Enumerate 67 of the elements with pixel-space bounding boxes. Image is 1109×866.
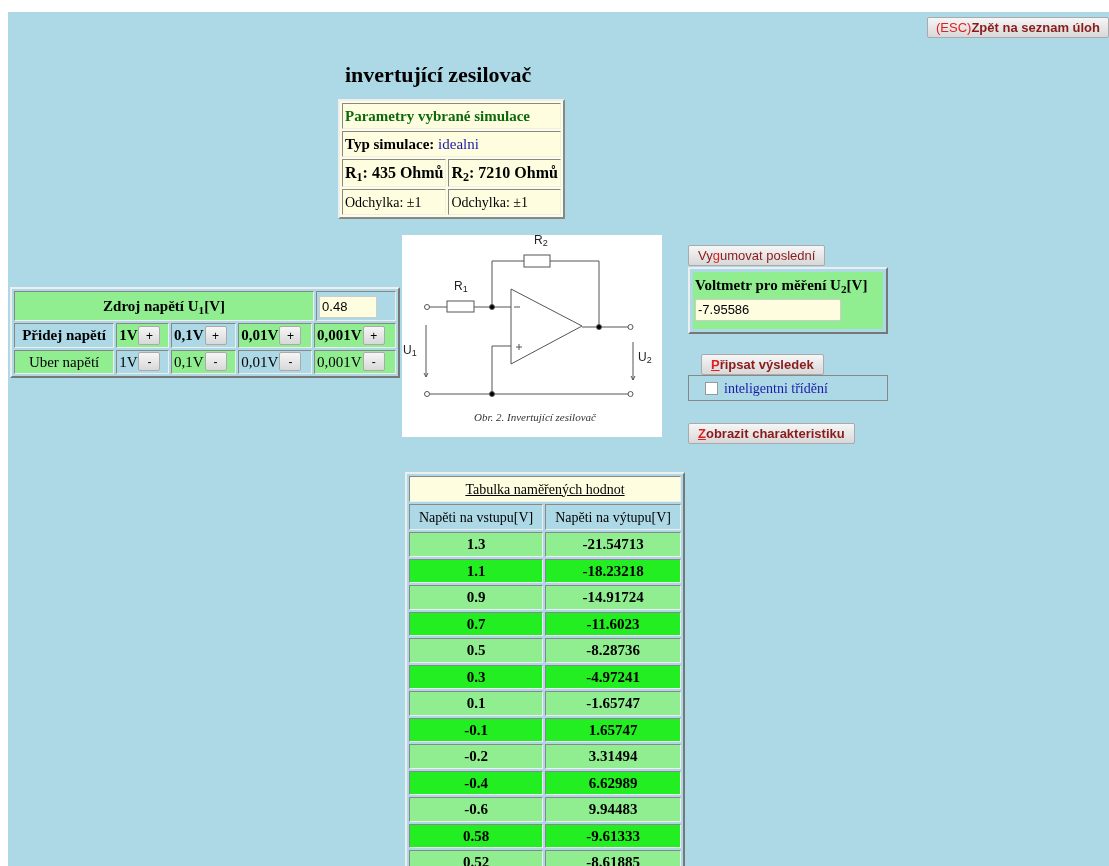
table-cell: -0.1 <box>409 717 544 742</box>
step-button[interactable]: + <box>279 325 302 345</box>
table-cell: -0.6 <box>409 797 544 822</box>
table-cell: 0.3 <box>409 664 544 689</box>
step-label: 0,001V <box>317 352 362 372</box>
table-cell: -18.23218 <box>545 558 681 583</box>
step-button[interactable]: - <box>362 352 385 372</box>
step-button[interactable]: - <box>204 352 227 372</box>
table-cell: -11.6023 <box>545 611 681 636</box>
table-cell: -9.61333 <box>545 823 681 848</box>
step-label: 0,01V <box>241 352 279 372</box>
step-label: 0,001V <box>317 326 362 345</box>
resistor-tolerance: Odchylka: ±1 <box>448 189 561 215</box>
table-cell: -14.91724 <box>545 585 681 610</box>
table-cell: 0.58 <box>409 823 544 848</box>
parameters-heading: Parametry vybrané simulace <box>342 103 561 129</box>
table-cell: -1.65747 <box>545 691 681 716</box>
table-cell: -0.4 <box>409 770 544 795</box>
step-button[interactable]: + <box>204 325 227 345</box>
resistor-value: R$_{1}$: 435 Ohmů <box>342 159 447 187</box>
circuit-label: U$_{2}$ <box>638 351 652 363</box>
step-label: 0,1V <box>173 352 204 372</box>
column-header: Napěti na vstupu[V] <box>409 504 544 530</box>
table-cell: 0.9 <box>409 585 544 610</box>
step-label: 1V <box>119 326 138 345</box>
table-cell: 1.1 <box>409 558 544 583</box>
table-cell: 0.1 <box>409 691 544 716</box>
figure-caption: Obr. 2. Invertující zesilovač <box>474 410 596 425</box>
step-button[interactable]: + <box>362 325 385 345</box>
show-characteristic-button[interactable]: Zobrazit charakteristiku <box>688 423 855 444</box>
step-label: 0,01V <box>241 326 279 345</box>
back-to-list-button[interactable]: (ESC)Zpět na seznam úloh <box>927 17 1109 38</box>
step-label: 0,1V <box>173 326 204 345</box>
resistor-value: R$_{2}$: 7210 Ohmů <box>448 159 561 187</box>
table-cell: -4.97241 <box>545 664 681 689</box>
record-result-button[interactable]: Připsat výsledek <box>701 354 824 375</box>
source-heading: Zdroj napětí U$_{1}$[V] <box>14 291 315 321</box>
table-cell: -21.54713 <box>545 532 681 557</box>
circuit-label: U$_{1}$ <box>403 344 417 356</box>
simulation-type: Typ simulace: idealni <box>342 131 561 157</box>
table-cell: 9.94483 <box>545 797 681 822</box>
circuit-label: R$_{1}$ <box>454 280 468 292</box>
table-cell: 1.65747 <box>545 717 681 742</box>
table-cell: 0.5 <box>409 638 544 663</box>
voltmeter-heading: Voltmetr pro měření U$_{2}$[V] <box>695 276 869 297</box>
voltage-field[interactable]: 0.48 <box>319 295 378 318</box>
sorting-label: inteligentni třídění <box>724 379 828 398</box>
step-label: 1V <box>119 352 138 372</box>
step-button[interactable]: - <box>138 352 161 372</box>
column-header: Napěti na výtupu[V] <box>545 504 681 530</box>
circuit-label: R$_{2}$ <box>534 234 548 246</box>
step-button[interactable]: - <box>279 352 302 372</box>
voltmeter-field[interactable]: -7.95586 <box>695 298 841 321</box>
page-title: invertující zesilovač <box>345 61 532 89</box>
table-cell: 6.62989 <box>545 770 681 795</box>
step-button[interactable]: + <box>138 325 161 345</box>
table-cell: 3.31494 <box>545 744 681 769</box>
row-label: Přidej napětí <box>14 323 115 348</box>
table-cell: -0.2 <box>409 744 544 769</box>
table-title: Tabulka naměřených hodnot <box>409 476 681 502</box>
table-cell: 0.7 <box>409 611 544 636</box>
table-cell: -8.28736 <box>545 638 681 663</box>
row-label: Uber napětí <box>14 349 115 374</box>
erase-last-button[interactable]: Vygumovat poslední <box>688 245 826 266</box>
sorting-checkbox[interactable] <box>705 381 718 395</box>
table-cell: 1.3 <box>409 532 544 557</box>
resistor-tolerance: Odchylka: ±1 <box>342 189 447 215</box>
